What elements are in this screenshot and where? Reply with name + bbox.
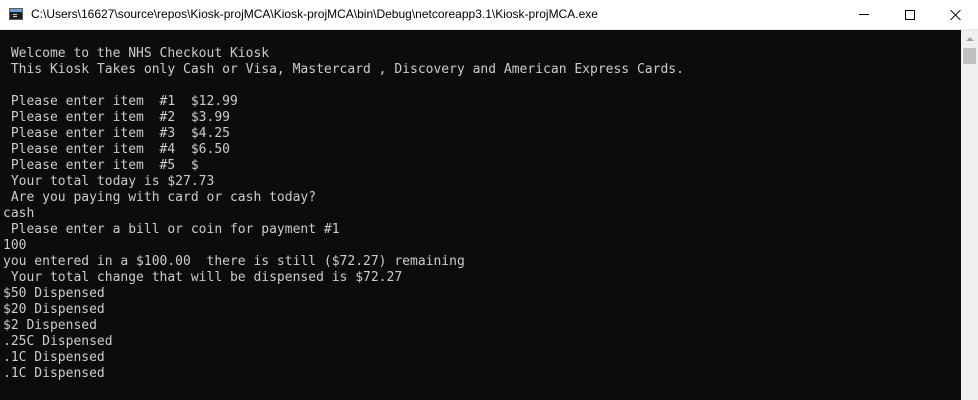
console-line: cash [3, 206, 35, 221]
close-button[interactable] [933, 0, 978, 29]
console-line: Your total change that will be dispensed… [3, 270, 403, 285]
console-line: Are you paying with card or cash today? [3, 190, 317, 205]
console-output[interactable]: Welcome to the NHS Checkout Kiosk This K… [0, 30, 961, 400]
console-line: .1C Dispensed [3, 366, 105, 381]
console-line: This Kiosk Takes only Cash or Visa, Mast… [3, 62, 684, 77]
maximize-button[interactable] [887, 0, 933, 29]
console-app-icon[interactable] [9, 8, 23, 20]
console-line: Welcome to the NHS Checkout Kiosk [3, 46, 270, 61]
console-line: Your total today is $27.73 [3, 174, 215, 189]
minimize-button[interactable] [841, 0, 887, 29]
title-bar[interactable]: C:\Users\16627\source\repos\Kiosk-projMC… [0, 0, 978, 30]
scroll-thumb[interactable] [963, 48, 976, 64]
console-line: Please enter item #5 $ [3, 158, 199, 173]
vertical-scrollbar[interactable] [961, 30, 978, 400]
console-window: C:\Users\16627\source\repos\Kiosk-projMC… [0, 0, 978, 400]
console-line: Please enter item #2 $3.99 [3, 110, 230, 125]
console-line: Please enter a bill or coin for payment … [3, 222, 340, 237]
console-line: Please enter item #3 $4.25 [3, 126, 230, 141]
maximize-icon [905, 9, 915, 20]
console-line: Please enter item #4 $6.50 [3, 142, 230, 157]
console-line: Please enter item #1 $12.99 [3, 94, 238, 109]
console-line: .25C Dispensed [3, 334, 113, 349]
console-line: $50 Dispensed [3, 286, 105, 301]
close-icon [950, 9, 962, 21]
console-line: .1C Dispensed [3, 350, 105, 365]
console-line: $20 Dispensed [3, 302, 105, 317]
window-title: C:\Users\16627\source\repos\Kiosk-projMC… [31, 7, 598, 21]
minimize-icon [859, 14, 869, 15]
console-line: $2 Dispensed [3, 318, 97, 333]
console-line: you entered in a $100.00 there is still … [3, 254, 465, 269]
console-line: 100 [3, 238, 27, 253]
scroll-up-arrow-icon[interactable] [961, 30, 978, 47]
